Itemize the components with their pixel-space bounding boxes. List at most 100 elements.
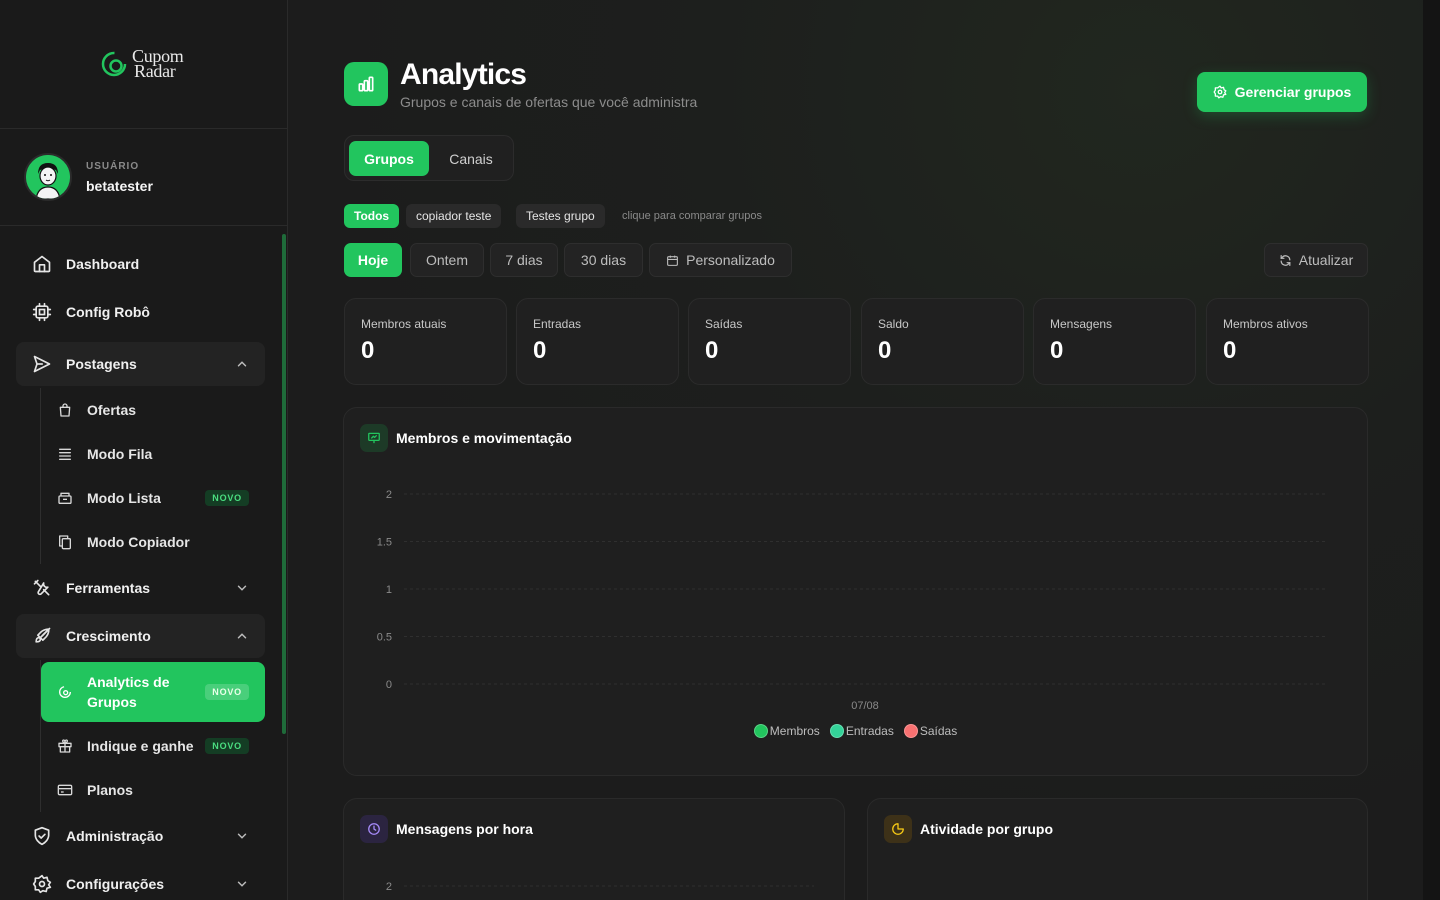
compare-hint: clique para comparar grupos bbox=[622, 210, 763, 222]
y-tick-label: 0.5 bbox=[377, 632, 392, 644]
nav-label: Crescimento bbox=[66, 628, 151, 644]
nav-crescimento[interactable]: Crescimento bbox=[16, 614, 265, 658]
panel-title: Atividade por grupo bbox=[920, 821, 1053, 837]
manage-groups-label: Gerenciar grupos bbox=[1234, 84, 1352, 100]
sidebar-scrollbar[interactable] bbox=[282, 234, 286, 734]
activity-per-group-panel: Atividade por grupo bbox=[867, 798, 1368, 900]
nav-modo-fila[interactable]: Modo Fila bbox=[41, 434, 265, 474]
nav-ferramentas[interactable]: Ferramentas bbox=[16, 566, 265, 610]
period-today-button[interactable]: Hoje bbox=[344, 243, 402, 277]
new-badge: NOVO bbox=[205, 490, 249, 506]
legend-item-membros[interactable]: Membros bbox=[753, 724, 820, 738]
nav-label: Ofertas bbox=[87, 402, 137, 418]
legend-swatch bbox=[829, 724, 844, 738]
send-icon bbox=[32, 354, 52, 374]
period-custom-button[interactable]: Personalizado bbox=[649, 243, 792, 277]
user-role: USUÁRIO bbox=[86, 160, 140, 172]
nav-configuracoes[interactable]: Configurações bbox=[16, 862, 265, 900]
y-tick-label: 1 bbox=[386, 584, 392, 596]
tab-groups[interactable]: Grupos bbox=[349, 141, 429, 176]
y-tick-label: 2 bbox=[386, 881, 392, 893]
nav-administracao[interactable]: Administração bbox=[16, 814, 265, 858]
chevron-up-icon bbox=[235, 357, 249, 371]
brand-logo[interactable]: Cupom Radar bbox=[100, 47, 184, 81]
gear-icon bbox=[32, 874, 52, 894]
nav-label: Dashboard bbox=[66, 256, 140, 272]
stat-card-exits: Saídas 0 bbox=[688, 298, 851, 385]
nav-label: Administração bbox=[66, 828, 164, 844]
refresh-button[interactable]: Atualizar bbox=[1264, 243, 1368, 277]
nav-modo-copiador[interactable]: Modo Copiador bbox=[41, 522, 265, 562]
panel-header: Membros e movimentação bbox=[360, 424, 572, 452]
nav-modo-lista[interactable]: Modo Lista NOVO bbox=[41, 478, 265, 518]
stat-card-active-members: Membros ativos 0 bbox=[1206, 298, 1369, 385]
chip-icon bbox=[32, 302, 52, 322]
nav-indique-ganhe[interactable]: Indique e ganhe NOVO bbox=[41, 726, 265, 766]
chevron-up-icon bbox=[235, 629, 249, 643]
nav-ofertas[interactable]: Ofertas bbox=[41, 390, 265, 430]
nav-label: Modo Fila bbox=[87, 446, 153, 462]
manage-groups-button[interactable]: Gerenciar grupos bbox=[1197, 72, 1367, 112]
brand-line-2: Radar bbox=[134, 61, 176, 81]
stat-label: Entradas bbox=[533, 317, 582, 331]
radar-icon bbox=[57, 684, 73, 700]
nav-label: Postagens bbox=[66, 356, 137, 372]
panel-header: Atividade por grupo bbox=[884, 815, 1053, 843]
main-content: Analytics Grupos e canais de ofertas que… bbox=[288, 0, 1423, 900]
nav-config-robo[interactable]: Config Robô bbox=[16, 290, 265, 334]
rocket-icon bbox=[32, 626, 52, 646]
nav-planos[interactable]: Planos bbox=[41, 770, 265, 810]
panel-title: Mensagens por hora bbox=[396, 821, 533, 837]
shield-check-icon bbox=[32, 826, 52, 846]
legend-item-saidas[interactable]: Saídas bbox=[903, 724, 958, 738]
legend-swatch bbox=[903, 724, 918, 738]
gift-icon bbox=[57, 738, 73, 754]
calendar-icon bbox=[666, 254, 679, 267]
chevron-down-icon bbox=[235, 829, 249, 843]
nav-postagens[interactable]: Postagens bbox=[16, 342, 265, 386]
sidebar: Cupom Radar USUÁRIO betatester Dashboard bbox=[0, 0, 288, 900]
stat-value: 0 bbox=[878, 337, 892, 364]
stat-label: Saldo bbox=[878, 317, 909, 331]
group-chip[interactable]: copiador teste bbox=[406, 204, 502, 228]
tools-icon bbox=[32, 578, 52, 598]
stat-label: Membros ativos bbox=[1223, 317, 1308, 331]
chevron-down-icon bbox=[235, 581, 249, 595]
user-name: betatester bbox=[86, 177, 153, 194]
stat-value: 0 bbox=[1223, 337, 1237, 364]
group-chip[interactable]: Testes grupo bbox=[516, 204, 605, 228]
panel-header: Mensagens por hora bbox=[360, 815, 533, 843]
nav-label: Ferramentas bbox=[66, 580, 151, 596]
divider bbox=[0, 225, 287, 226]
nav-dashboard[interactable]: Dashboard bbox=[16, 242, 265, 286]
stat-label: Saídas bbox=[705, 317, 743, 331]
stat-value: 0 bbox=[705, 337, 719, 364]
period-7days-button[interactable]: 7 dias bbox=[490, 243, 558, 277]
home-icon bbox=[32, 254, 52, 274]
page-subtitle: Grupos e canais de ofertas que você admi… bbox=[400, 94, 698, 110]
nav-label: Analytics de Grupos bbox=[87, 674, 170, 710]
period-yesterday-button[interactable]: Ontem bbox=[410, 243, 484, 277]
y-tick-label: 1.5 bbox=[377, 537, 392, 549]
legend-item-entradas[interactable]: Entradas bbox=[829, 724, 894, 738]
credit-card-icon bbox=[57, 782, 73, 798]
avatar bbox=[24, 153, 72, 201]
messages-per-hour-panel: Mensagens por hora 2 bbox=[343, 798, 845, 900]
nav-analytics-grupos[interactable]: Analytics de Grupos NOVO bbox=[41, 662, 265, 722]
refresh-label: Atualizar bbox=[1298, 252, 1354, 268]
period-30days-button[interactable]: 30 dias bbox=[564, 243, 643, 277]
x-tick-label: 07/08 bbox=[851, 700, 879, 712]
tab-channels[interactable]: Canais bbox=[433, 141, 509, 176]
analytics-icon bbox=[344, 62, 388, 106]
user-profile[interactable]: USUÁRIO betatester bbox=[24, 153, 153, 201]
pie-chart-icon bbox=[884, 815, 912, 843]
window-edge bbox=[1423, 0, 1440, 900]
messages-bar-chart: 2 bbox=[386, 881, 814, 893]
panel-title: Membros e movimentação bbox=[396, 430, 572, 446]
nav-label: Config Robô bbox=[66, 304, 150, 320]
group-chip-all[interactable]: Todos bbox=[344, 204, 400, 228]
stat-value: 0 bbox=[361, 337, 375, 364]
shopping-bag-icon bbox=[57, 402, 73, 418]
chart-legend: Membros Entradas Saídas bbox=[344, 724, 1367, 738]
legend-label: Saídas bbox=[919, 724, 958, 738]
